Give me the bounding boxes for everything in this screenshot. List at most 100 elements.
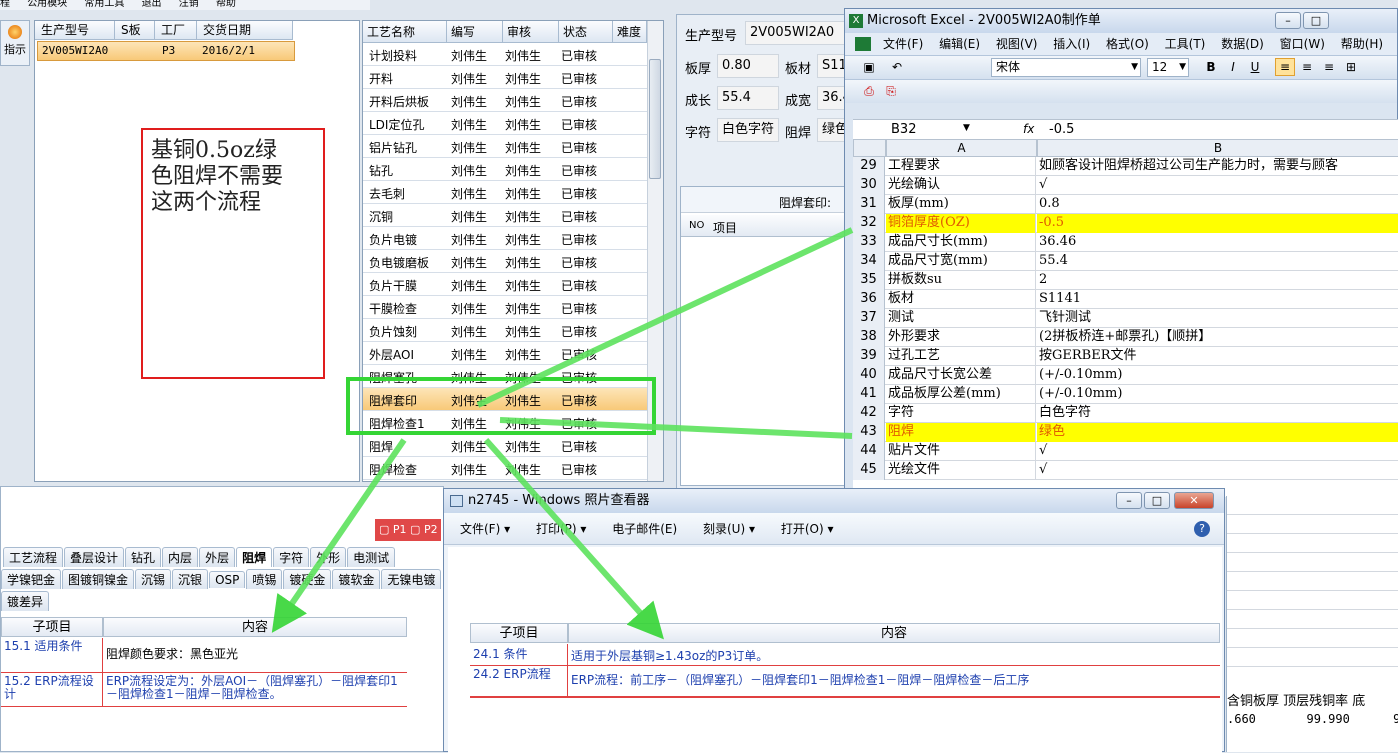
tab-finish[interactable]: 镀软金 xyxy=(332,569,381,589)
process-row[interactable]: 干膜检查 刘伟生 刘伟生 已审核 xyxy=(363,296,647,319)
cell-a[interactable]: 工程要求 xyxy=(886,157,1036,176)
minimize-button[interactable]: – xyxy=(1116,492,1142,509)
row-number[interactable]: 45 xyxy=(853,461,885,480)
menu-item[interactable]: 公用模块 xyxy=(27,0,67,9)
maximize-button[interactable]: □ xyxy=(1144,492,1170,509)
cell-a[interactable]: 板厚(mm) xyxy=(886,195,1036,214)
viewer-menu-file[interactable]: 文件(F) ▾ xyxy=(460,522,510,536)
row-number[interactable]: 41 xyxy=(853,385,885,404)
col-header-status[interactable]: 状态 xyxy=(559,21,613,43)
col-header-s[interactable]: S板 xyxy=(115,21,155,40)
underline-icon[interactable]: U xyxy=(1245,58,1265,76)
tab-finish[interactable]: 喷锡 xyxy=(246,569,283,589)
sheet-row[interactable]: 36 板材 S1141 xyxy=(853,290,1398,309)
sheet-row[interactable]: 43 阻焊 绿色 xyxy=(853,423,1398,442)
row-number[interactable]: 38 xyxy=(853,328,885,347)
excel-menu-tools[interactable]: 工具(T) xyxy=(1165,37,1206,51)
cell-a[interactable]: 测试 xyxy=(886,309,1036,328)
cell-b[interactable]: 2 xyxy=(1037,271,1398,290)
close-button[interactable]: ✕ xyxy=(1174,492,1214,509)
row-number[interactable]: 43 xyxy=(853,423,885,442)
cell-b[interactable]: √ xyxy=(1037,176,1398,195)
row-number[interactable]: 39 xyxy=(853,347,885,366)
cell-a[interactable]: 贴片文件 xyxy=(886,442,1036,461)
col-header-date[interactable]: 交货日期 xyxy=(197,21,293,40)
excel-menu-edit[interactable]: 编辑(E) xyxy=(939,37,980,51)
row-number[interactable]: 34 xyxy=(853,252,885,271)
row-number[interactable]: 42 xyxy=(853,404,885,423)
excel-menu-help[interactable]: 帮助(H) xyxy=(1341,37,1383,51)
excel-menu-format[interactable]: 格式(O) xyxy=(1106,37,1149,51)
sheet-row[interactable]: 45 光绘文件 √ xyxy=(853,461,1398,480)
length-field[interactable]: 55.4 xyxy=(717,86,779,110)
tab-category[interactable]: 外形 xyxy=(310,547,347,567)
thickness-field[interactable]: 0.80 xyxy=(717,54,779,78)
maximize-button[interactable]: □ xyxy=(1303,12,1329,29)
excel-menu-insert[interactable]: 插入(I) xyxy=(1053,37,1090,51)
cell-b[interactable]: -0.5 xyxy=(1037,214,1398,233)
merge-icon[interactable]: ⊞ xyxy=(1341,58,1361,76)
col-header-difficulty[interactable]: 难度 xyxy=(613,21,647,43)
excel-menu-data[interactable]: 数据(D) xyxy=(1221,37,1264,51)
sheet-row[interactable]: 40 成品尺寸长宽公差 (+/-0.10mm) xyxy=(853,366,1398,385)
sheet-row[interactable]: 29 工程要求 如顾客设计阻焊桥超过公司生产能力时，需要与顾客 xyxy=(853,157,1398,176)
cell-a[interactable]: 拼板数su xyxy=(886,271,1036,290)
process-row[interactable]: 外层AOI 刘伟生 刘伟生 已审核 xyxy=(363,342,647,365)
menu-item[interactable]: 退出 xyxy=(142,0,162,9)
table-row[interactable]: 15.1 适用条件 阻焊颜色要求：黑色亚光 xyxy=(1,638,407,673)
order-row-selected[interactable]: 2V005WI2A0 P3 2016/2/1 xyxy=(37,41,295,61)
pdf-icon[interactable]: ⎙ xyxy=(859,82,879,100)
minimize-button[interactable]: – xyxy=(1275,12,1301,29)
process-row[interactable]: 阻焊 刘伟生 刘伟生 已审核 xyxy=(363,434,647,457)
excel-menu-file[interactable]: 文件(F) xyxy=(883,37,923,51)
page-checkbox[interactable]: ▢ xyxy=(379,523,389,536)
align-right-icon[interactable]: ≡ xyxy=(1319,58,1339,76)
cell-b[interactable]: (+/-0.10mm) xyxy=(1037,385,1398,404)
cell-b[interactable]: 绿色 xyxy=(1037,423,1398,442)
sheet-row[interactable]: 32 铜箔厚度(OZ) -0.5 xyxy=(853,214,1398,233)
sheet-row[interactable]: 44 贴片文件 √ xyxy=(853,442,1398,461)
sheet-row[interactable]: 41 成品板厚公差(mm) (+/-0.10mm) xyxy=(853,385,1398,404)
tab-category[interactable]: 叠层设计 xyxy=(64,547,125,567)
cell-b[interactable]: √ xyxy=(1037,461,1398,480)
viewer-menu-open[interactable]: 打开(O) ▾ xyxy=(781,522,834,536)
sheet-row[interactable]: 34 成品尺寸宽(mm) 55.4 xyxy=(853,252,1398,271)
cell-a[interactable]: 板材 xyxy=(886,290,1036,309)
cell-b[interactable]: √ xyxy=(1037,442,1398,461)
menu-item[interactable]: 注销 xyxy=(179,0,199,9)
menu-item[interactable]: 程 xyxy=(0,0,10,9)
cell-b[interactable]: S1141 xyxy=(1037,290,1398,309)
row-number[interactable]: 32 xyxy=(853,214,885,233)
col-header-factory[interactable]: 工厂 xyxy=(155,21,197,40)
viewer-menu-email[interactable]: 电子邮件(E) xyxy=(612,522,677,536)
cell-a[interactable]: 阻焊 xyxy=(886,423,1036,442)
character-field[interactable]: 白色字符 xyxy=(717,118,779,142)
col-b-header[interactable]: B xyxy=(1037,139,1398,157)
size-select[interactable]: 12 ▼ xyxy=(1147,58,1189,77)
page-checkbox[interactable]: ▢ xyxy=(410,523,420,536)
name-box[interactable]: B32 xyxy=(891,122,916,137)
cell-a[interactable]: 成品尺寸长宽公差 xyxy=(886,366,1036,385)
viewer-menu-burn[interactable]: 刻录(U) ▾ xyxy=(703,522,755,536)
row-number[interactable]: 29 xyxy=(853,157,885,176)
process-row[interactable]: 负片蚀刻 刘伟生 刘伟生 已审核 xyxy=(363,319,647,342)
cell-b[interactable]: 白色字符 xyxy=(1037,404,1398,423)
excel-menu-view[interactable]: 视图(V) xyxy=(996,37,1038,51)
sheet-row[interactable]: 42 字符 白色字符 xyxy=(853,404,1398,423)
sheet-row[interactable]: 30 光绘确认 √ xyxy=(853,176,1398,195)
cell-b[interactable]: 36.46 xyxy=(1037,233,1398,252)
row-number[interactable]: 36 xyxy=(853,290,885,309)
cell-a[interactable]: 成品尺寸宽(mm) xyxy=(886,252,1036,271)
tab-category[interactable]: 字符 xyxy=(273,547,310,567)
tab-category[interactable]: 钻孔 xyxy=(125,547,162,567)
row-number[interactable]: 30 xyxy=(853,176,885,195)
cell-b[interactable]: 55.4 xyxy=(1037,252,1398,271)
formula-input[interactable]: -0.5 xyxy=(1049,122,1074,137)
process-row[interactable]: 开料 刘伟生 刘伟生 已审核 xyxy=(363,66,647,89)
row-number[interactable]: 44 xyxy=(853,442,885,461)
sheet-row[interactable]: 35 拼板数su 2 xyxy=(853,271,1398,290)
tab-finish[interactable]: 沉银 xyxy=(172,569,209,589)
cell-b[interactable]: 0.8 xyxy=(1037,195,1398,214)
cell-a[interactable]: 成品尺寸长(mm) xyxy=(886,233,1036,252)
row-number[interactable]: 37 xyxy=(853,309,885,328)
